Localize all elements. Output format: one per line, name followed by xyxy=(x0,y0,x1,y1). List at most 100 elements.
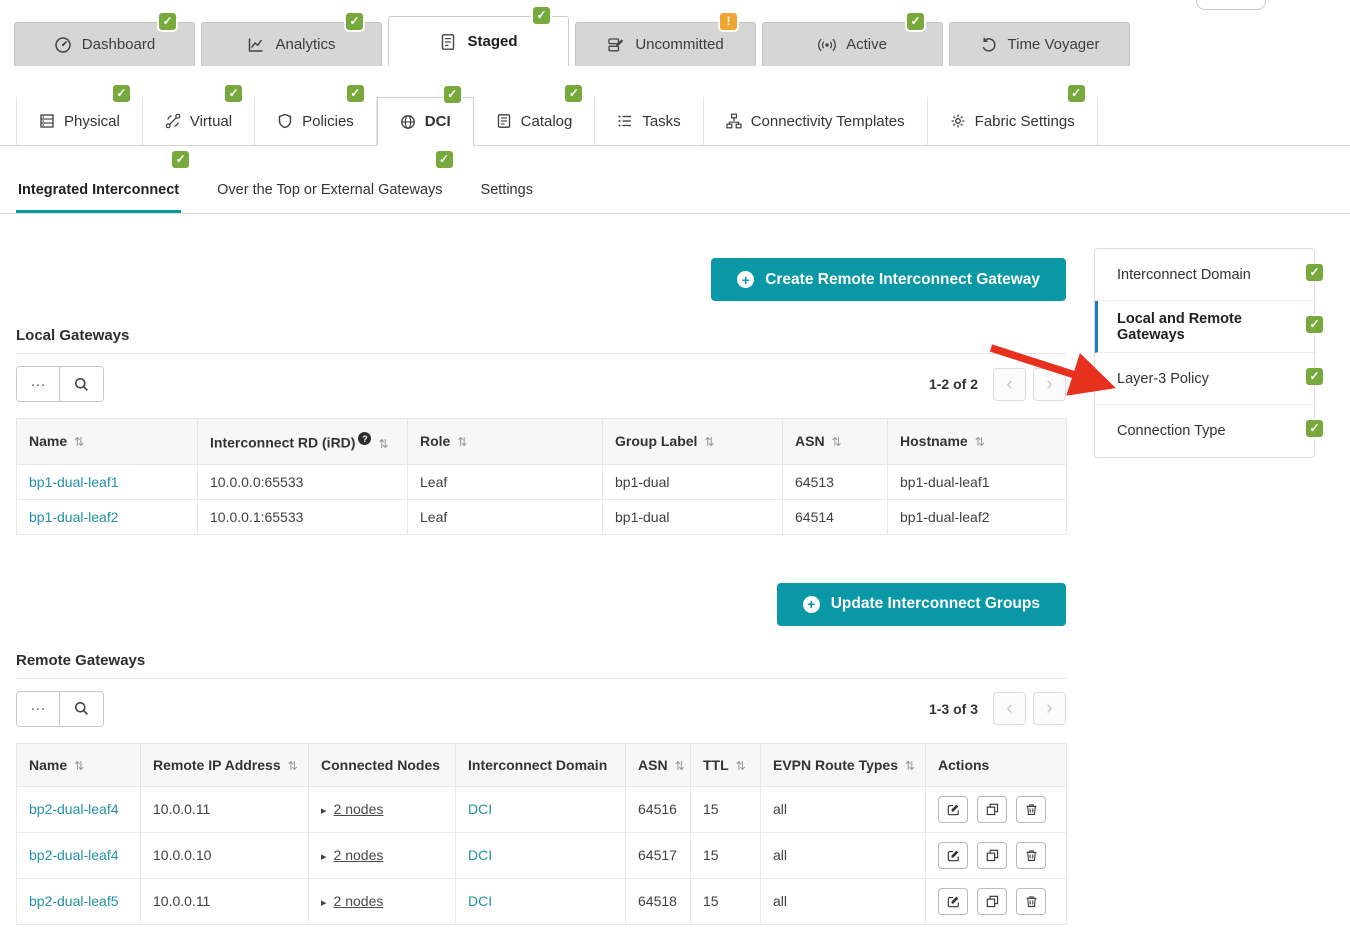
tab-catalog[interactable]: Catalog ✓ xyxy=(474,97,596,145)
sort-icon: ⇅ xyxy=(832,435,842,449)
col-connected-nodes: Connected Nodes xyxy=(309,743,456,786)
gateway-link[interactable]: bp1-dual-leaf1 xyxy=(29,474,119,490)
tasks-icon xyxy=(617,113,633,129)
col-ttl[interactable]: TTL⇅ xyxy=(691,743,761,786)
help-icon[interactable]: ? xyxy=(358,432,371,445)
domain-link[interactable]: DCI xyxy=(468,847,492,863)
next-page-button[interactable]: › xyxy=(1033,368,1066,401)
tab-label: Time Voyager xyxy=(1008,36,1100,53)
dashboard-icon xyxy=(54,36,72,54)
tab-dci[interactable]: DCI ✓ xyxy=(377,97,474,146)
col-actions: Actions xyxy=(926,743,1067,786)
table-row: bp2-dual-leaf4 10.0.0.11 ▸2 nodes DCI 64… xyxy=(17,786,1067,832)
check-badge: ✓ xyxy=(563,83,584,104)
sidebar-item-layer-3-policy[interactable]: Layer-3 Policy ✓ xyxy=(1095,353,1314,405)
check-badge: ✓ xyxy=(111,83,132,104)
clone-button[interactable] xyxy=(977,842,1007,869)
physical-icon xyxy=(39,113,55,129)
tab-active[interactable]: Active ✓ xyxy=(762,22,943,66)
tab-integrated-interconnect[interactable]: Integrated Interconnect ✓ xyxy=(16,174,181,213)
next-page-button[interactable]: › xyxy=(1033,692,1066,725)
delete-button[interactable] xyxy=(1016,888,1046,915)
col-evpn-route-types[interactable]: EVPN Route Types⇅ xyxy=(761,743,926,786)
expand-caret-icon[interactable]: ▸ xyxy=(321,805,327,817)
plus-icon: + xyxy=(803,596,820,613)
tab-label: Integrated Interconnect xyxy=(18,182,179,198)
pagination-text: 1-3 of 3 xyxy=(929,701,978,717)
more-actions-button[interactable]: ··· xyxy=(17,367,60,401)
divider xyxy=(16,678,1066,679)
edit-button[interactable] xyxy=(938,888,968,915)
search-icon xyxy=(74,377,89,392)
search-button[interactable] xyxy=(60,367,103,401)
sidebar-item-connection-type[interactable]: Connection Type ✓ xyxy=(1095,405,1314,457)
nodes-link[interactable]: 2 nodes xyxy=(334,847,384,863)
clone-button[interactable] xyxy=(977,888,1007,915)
tab-over-the-top-or-external-gateways[interactable]: Over the Top or External Gateways ✓ xyxy=(215,174,444,213)
sort-icon: ⇅ xyxy=(288,759,298,773)
col-hostname[interactable]: Hostname⇅ xyxy=(888,419,1067,465)
sidebar-item-local-and-remote-gateways[interactable]: Local and Remote Gateways ✓ xyxy=(1095,301,1314,353)
tab-tasks[interactable]: Tasks xyxy=(595,97,703,145)
expand-caret-icon[interactable]: ▸ xyxy=(321,897,327,909)
button-label: Update Interconnect Groups xyxy=(831,595,1040,613)
col-asn[interactable]: ASN⇅ xyxy=(783,419,888,465)
gateway-link[interactable]: bp2-dual-leaf4 xyxy=(29,847,119,863)
tab-label: Over the Top or External Gateways xyxy=(217,182,442,198)
sidebar-item-interconnect-domain[interactable]: Interconnect Domain ✓ xyxy=(1095,249,1314,301)
check-badge: ✓ xyxy=(344,11,365,32)
col-group-label[interactable]: Group Label⇅ xyxy=(603,419,783,465)
domain-link[interactable]: DCI xyxy=(468,801,492,817)
nodes-link[interactable]: 2 nodes xyxy=(334,801,384,817)
tab-time-voyager[interactable]: Time Voyager xyxy=(949,22,1130,66)
gateway-link[interactable]: bp2-dual-leaf4 xyxy=(29,801,119,817)
expand-caret-icon[interactable]: ▸ xyxy=(321,851,327,863)
tab-analytics[interactable]: Analytics ✓ xyxy=(201,22,382,66)
prev-page-button[interactable]: ‹ xyxy=(993,368,1026,401)
local-gateways-toolbar: ··· 1-2 of 2 ‹ › xyxy=(16,366,1066,402)
gateway-link[interactable]: bp1-dual-leaf2 xyxy=(29,509,119,525)
search-icon xyxy=(74,701,89,716)
search-button[interactable] xyxy=(60,692,103,726)
delete-button[interactable] xyxy=(1016,796,1046,823)
tab-policies[interactable]: Policies ✓ xyxy=(255,97,377,145)
col-interconnect-domain: Interconnect Domain xyxy=(456,743,626,786)
tab-staged[interactable]: Staged ✓ xyxy=(388,16,569,66)
check-badge: ✓ xyxy=(170,149,191,170)
table-header-row: Name⇅ Remote IP Address⇅ Connected Nodes… xyxy=(17,743,1067,786)
tab-settings[interactable]: Settings xyxy=(479,174,535,213)
table-header-row: Name⇅ Interconnect RD (iRD)?⇅ Role⇅ Grou… xyxy=(17,419,1067,465)
tab-virtual[interactable]: Virtual ✓ xyxy=(143,97,255,145)
edit-button[interactable] xyxy=(938,842,968,869)
delete-button[interactable] xyxy=(1016,842,1046,869)
tab-connectivity-templates[interactable]: Connectivity Templates xyxy=(704,97,928,145)
col-asn[interactable]: ASN⇅ xyxy=(626,743,691,786)
col-role[interactable]: Role⇅ xyxy=(408,419,603,465)
more-actions-button[interactable]: ··· xyxy=(17,692,60,726)
remote-gateways-table: Name⇅ Remote IP Address⇅ Connected Nodes… xyxy=(16,743,1067,925)
edit-button[interactable] xyxy=(938,796,968,823)
tab-dashboard[interactable]: Dashboard ✓ xyxy=(14,22,195,66)
sort-icon: ⇅ xyxy=(905,759,915,773)
col-remote-ip[interactable]: Remote IP Address⇅ xyxy=(141,743,309,786)
create-remote-interconnect-gateway-button[interactable]: + Create Remote Interconnect Gateway xyxy=(711,258,1066,301)
col-name[interactable]: Name⇅ xyxy=(17,743,141,786)
col-interconnect-rd[interactable]: Interconnect RD (iRD)?⇅ xyxy=(198,419,408,465)
nodes-link[interactable]: 2 nodes xyxy=(334,893,384,909)
tab-fabric-settings[interactable]: Fabric Settings ✓ xyxy=(928,97,1098,145)
tab-label: Active xyxy=(846,36,887,53)
clone-button[interactable] xyxy=(977,796,1007,823)
update-interconnect-groups-button[interactable]: + Update Interconnect Groups xyxy=(777,583,1066,626)
tab-uncommitted[interactable]: Uncommitted ! xyxy=(575,22,756,66)
tab-label: Dashboard xyxy=(82,36,155,53)
tab-label: Analytics xyxy=(275,36,335,53)
shield-icon xyxy=(277,113,293,129)
sort-icon: ⇅ xyxy=(74,435,84,449)
gateway-link[interactable]: bp2-dual-leaf5 xyxy=(29,893,119,909)
col-name[interactable]: Name⇅ xyxy=(17,419,198,465)
staged-tab-bar: Physical ✓ Virtual ✓ Policies ✓ DCI ✓ Ca… xyxy=(0,66,1350,146)
prev-page-button[interactable]: ‹ xyxy=(993,692,1026,725)
tab-label: Physical xyxy=(64,113,120,130)
domain-link[interactable]: DCI xyxy=(468,893,492,909)
tab-physical[interactable]: Physical ✓ xyxy=(16,97,143,145)
